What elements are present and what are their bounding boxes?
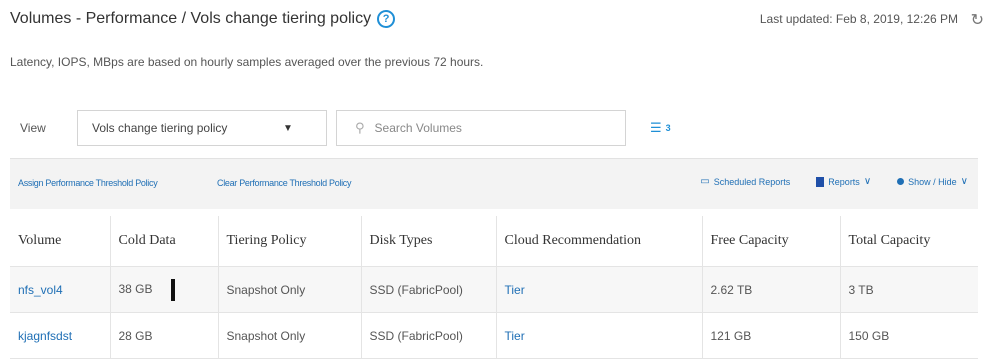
scheduled-reports-label: Scheduled Reports xyxy=(713,176,791,187)
cold-data-cell: 28 GB xyxy=(110,312,219,359)
search-input[interactable] xyxy=(372,120,607,136)
column-header-cloud-recommendation[interactable]: Cloud Recommendation xyxy=(496,216,703,267)
calendar-icon: ▭ xyxy=(700,176,710,187)
search-icon: ⚲ xyxy=(355,120,365,135)
view-label: View xyxy=(20,121,46,135)
page-title-wrap: Volumes - Performance / Vols change tier… xyxy=(10,10,396,28)
chevron-down-icon: ▼ xyxy=(283,122,293,134)
action-bar: Assign Performance Threshold Policy Clea… xyxy=(10,158,978,209)
page-title: Volumes - Performance / Vols change tier… xyxy=(10,10,372,27)
volume-link[interactable]: kjagnfsdst xyxy=(18,329,72,343)
total-capacity-cell: 3 TB xyxy=(840,266,978,313)
right-actions: ▭ Scheduled Reports Reports ∨ Show / Hid… xyxy=(700,176,968,187)
table-row: nfs_vol4 38 GB Snapshot Only SSD (Fabric… xyxy=(10,266,978,313)
cold-data-cell: 38 GB xyxy=(110,266,219,313)
tiering-policy-cell: Snapshot Only xyxy=(218,312,362,359)
assign-threshold-policy-link[interactable]: Assign Performance Threshold Policy xyxy=(18,178,158,188)
view-select[interactable]: Vols change tiering policy ▼ xyxy=(77,110,327,146)
table-row: kjagnfsdst 28 GB Snapshot Only SSD (Fabr… xyxy=(10,312,978,359)
scheduled-reports-button[interactable]: ▭ Scheduled Reports xyxy=(700,176,790,187)
free-capacity-cell: 121 GB xyxy=(702,312,841,359)
column-header-cold-data[interactable]: Cold Data xyxy=(110,216,219,267)
volumes-table: Volume Cold Data Tiering Policy Disk Typ… xyxy=(10,216,978,359)
refresh-icon[interactable]: ↻ xyxy=(971,10,984,30)
filter-button[interactable]: ☰ 3 xyxy=(650,120,671,136)
volume-link[interactable]: nfs_vol4 xyxy=(18,283,63,297)
volume-cell: nfs_vol4 xyxy=(10,266,111,313)
cloud-recommendation-link[interactable]: Tier xyxy=(505,329,525,343)
show-hide-label: Show / Hide xyxy=(908,176,957,187)
filter-icon: ☰ xyxy=(650,120,662,135)
volume-cell: kjagnfsdst xyxy=(10,312,111,359)
search-box: ⚲ xyxy=(336,110,626,146)
chevron-down-icon: ∨ xyxy=(863,176,872,187)
reports-menu-button[interactable]: Reports ∨ xyxy=(816,176,871,187)
reports-label: Reports xyxy=(828,176,860,187)
cloud-recommendation-link[interactable]: Tier xyxy=(505,283,525,297)
eye-icon xyxy=(897,178,905,185)
title-row: Volumes - Performance / Vols change tier… xyxy=(10,10,984,36)
free-capacity-cell: 2.62 TB xyxy=(702,266,841,313)
cloud-recommendation-cell: Tier xyxy=(496,266,703,313)
column-header-free-capacity[interactable]: Free Capacity xyxy=(702,216,841,267)
column-header-tiering-policy[interactable]: Tiering Policy xyxy=(218,216,362,267)
cold-data-value: 28 GB xyxy=(118,328,153,343)
cloud-recommendation-cell: Tier xyxy=(496,312,703,359)
page-subtitle: Latency, IOPS, MBps are based on hourly … xyxy=(10,55,484,69)
disk-types-cell: SSD (FabricPool) xyxy=(361,266,497,313)
cold-data-bar xyxy=(170,278,175,301)
filter-count-badge: 3 xyxy=(665,123,671,133)
toolbar: View Vols change tiering policy ▼ ⚲ ☰ 3 xyxy=(10,110,710,146)
show-hide-menu-button[interactable]: Show / Hide ∨ xyxy=(897,176,968,187)
column-header-disk-types[interactable]: Disk Types xyxy=(361,216,497,267)
chevron-down-icon: ∨ xyxy=(960,176,968,187)
column-header-volume[interactable]: Volume xyxy=(10,216,111,267)
report-icon xyxy=(816,176,825,187)
table-header-row: Volume Cold Data Tiering Policy Disk Typ… xyxy=(10,216,978,267)
tiering-policy-cell: Snapshot Only xyxy=(218,266,362,313)
total-capacity-cell: 150 GB xyxy=(840,312,978,359)
cold-data-value: 38 GB xyxy=(118,281,153,296)
last-updated: Last updated: Feb 8, 2019, 12:26 PM xyxy=(759,12,958,26)
help-icon[interactable]: ? xyxy=(377,10,396,28)
clear-threshold-policy-link[interactable]: Clear Performance Threshold Policy xyxy=(217,178,352,188)
disk-types-cell: SSD (FabricPool) xyxy=(361,312,497,359)
column-header-total-capacity[interactable]: Total Capacity xyxy=(840,216,978,267)
view-select-value: Vols change tiering policy xyxy=(92,121,228,135)
